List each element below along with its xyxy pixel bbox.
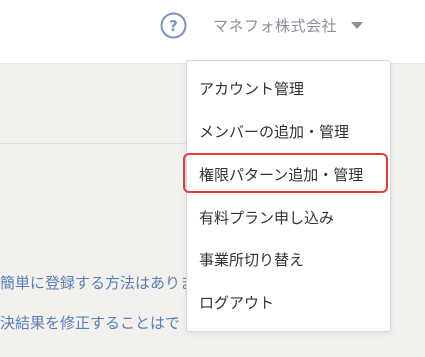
company-switcher[interactable]: マネフォ株式会社: [213, 15, 337, 36]
account-dropdown-menu: アカウント管理 メンバーの追加・管理 権限パターン追加・管理 有料プラン申し込み…: [186, 60, 391, 332]
menu-item-switch-office[interactable]: 事業所切り替え: [187, 239, 390, 281]
caret-down-icon[interactable]: [351, 22, 363, 29]
svg-text:?: ?: [169, 17, 178, 35]
menu-item-logout[interactable]: ログアウト: [187, 282, 390, 324]
question-circle-icon[interactable]: ?: [160, 12, 187, 39]
menu-item-account-management[interactable]: アカウント管理: [187, 68, 390, 110]
divider: [0, 143, 190, 144]
menu-item-permission-pattern[interactable]: 権限パターン追加・管理: [187, 154, 390, 196]
faq-link[interactable]: 決結果を修正することはで: [0, 312, 200, 333]
menu-item-paid-plan[interactable]: 有料プラン申し込み: [187, 197, 390, 239]
faq-link[interactable]: 簡単に登録する方法はありま: [0, 272, 200, 293]
menu-item-member-management[interactable]: メンバーの追加・管理: [187, 111, 390, 153]
header-bar: ? マネフォ株式会社: [0, 0, 425, 64]
